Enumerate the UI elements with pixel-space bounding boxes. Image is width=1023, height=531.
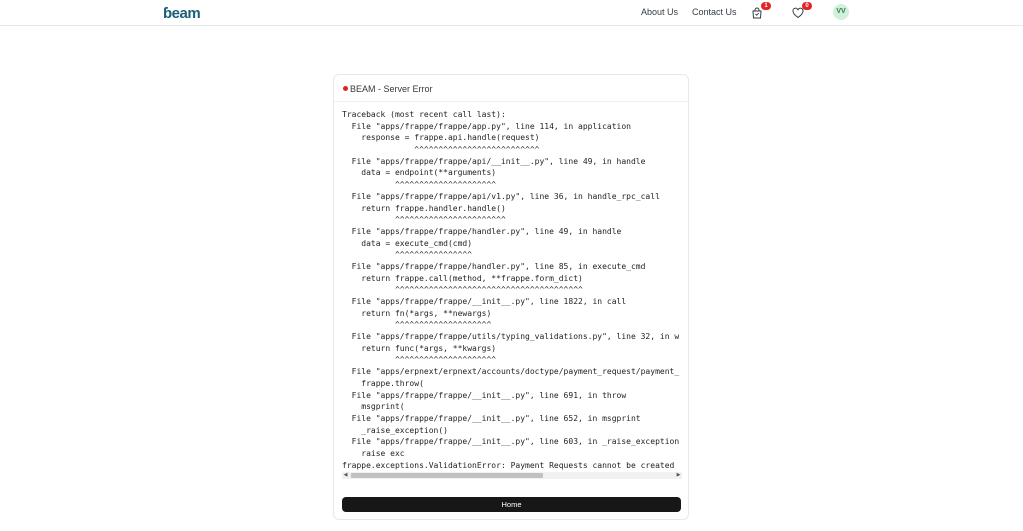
error-card-header: BEAM - Server Error xyxy=(334,75,688,102)
traceback-line: File "apps/frappe/frappe/__init__.py", l… xyxy=(342,413,641,423)
traceback-line: File "apps/frappe/frappe/utils/typing_va… xyxy=(342,332,680,342)
traceback-line: ^^^^^^^^^^^^^^^^^^^^^^^^^^ xyxy=(342,145,540,155)
traceback-line: response = frappe.api.handle(request) xyxy=(342,133,540,143)
top-navbar: ɓeam About Us Contact Us 1 0 VV xyxy=(0,0,1023,26)
traceback-line: File "apps/frappe/frappe/__init__.py", l… xyxy=(342,437,680,447)
traceback-line: frappe.throw( xyxy=(342,378,424,388)
traceback-line: raise exc xyxy=(342,448,405,458)
traceback-line: File "apps/frappe/frappe/handler.py", li… xyxy=(342,226,622,236)
traceback-line: File "apps/erpnext/erpnext/accounts/doct… xyxy=(342,367,680,377)
traceback-line: ^^^^^^^^^^^^^^^^ xyxy=(342,250,473,260)
traceback-line: File "apps/frappe/frappe/__init__.py", l… xyxy=(342,297,627,306)
traceback-line: msgprint( xyxy=(342,402,405,412)
traceback-line: ^^^^^^^^^^^^^^^^^^^^^^^ xyxy=(342,215,506,225)
traceback-line: return frappe.call(method, **frappe.form… xyxy=(342,273,583,283)
traceback-text: Traceback (most recent call last): File … xyxy=(342,109,682,471)
wishlist-button[interactable]: 0 xyxy=(792,2,812,21)
traceback-line: File "apps/frappe/frappe/handler.py", li… xyxy=(342,261,646,271)
error-card: BEAM - Server Error Traceback (most rece… xyxy=(333,74,689,520)
traceback-line: ^^^^^^^^^^^^^^^^^^^^^^^^^^^^^^^^^^^^^^^ xyxy=(342,285,583,295)
traceback-line: File "apps/frappe/frappe/__init__.py", l… xyxy=(342,390,627,400)
traceback-line: File "apps/frappe/frappe/api/__init__.py… xyxy=(342,156,646,166)
scroll-right-arrow-icon[interactable]: ▶ xyxy=(675,472,682,479)
traceback-line: return frappe.handler.handle() xyxy=(342,203,506,213)
horizontal-scrollbar[interactable]: ◀ ▶ xyxy=(342,472,682,479)
traceback-line: data = execute_cmd(cmd) xyxy=(342,238,473,248)
nav-contact-link[interactable]: Contact Us xyxy=(692,7,737,17)
traceback-line: data = endpoint(**arguments) xyxy=(342,168,497,178)
user-avatar[interactable]: VV xyxy=(833,4,849,20)
traceback-line: File "apps/frappe/frappe/api/v1.py", lin… xyxy=(342,191,660,201)
error-title: BEAM - Server Error xyxy=(350,84,433,94)
traceback-line: ^^^^^^^^^^^^^^^^^^^^^ xyxy=(342,355,497,365)
home-button[interactable]: Home xyxy=(342,497,681,512)
traceback-line: return fn(*args, **newargs) xyxy=(342,308,492,318)
traceback-line: File "apps/frappe/frappe/app.py", line 1… xyxy=(342,121,631,131)
wishlist-count-badge: 0 xyxy=(802,2,812,10)
scroll-left-arrow-icon[interactable]: ◀ xyxy=(342,472,349,479)
traceback-line: frappe.exceptions.ValidationError: Payme… xyxy=(342,460,675,470)
traceback-line: ^^^^^^^^^^^^^^^^^^^^^ xyxy=(342,180,497,190)
error-status-dot xyxy=(343,86,348,91)
traceback-line: ^^^^^^^^^^^^^^^^^^^^ xyxy=(342,320,492,330)
traceback-line: Traceback (most recent call last): xyxy=(342,110,506,119)
cart-count-badge: 1 xyxy=(761,2,771,10)
nav-about-link[interactable]: About Us xyxy=(641,7,678,17)
cart-button[interactable]: 1 xyxy=(751,2,771,21)
traceback-line: _raise_exception() xyxy=(342,425,448,435)
svg-text:ɓeam: ɓeam xyxy=(163,5,200,21)
beam-logo[interactable]: ɓeam xyxy=(163,5,209,21)
traceback-line: return func(*args, **kwargs) xyxy=(342,343,497,353)
scrollbar-thumb[interactable] xyxy=(351,473,543,478)
traceback-scroll-area[interactable]: Traceback (most recent call last): File … xyxy=(342,109,682,481)
